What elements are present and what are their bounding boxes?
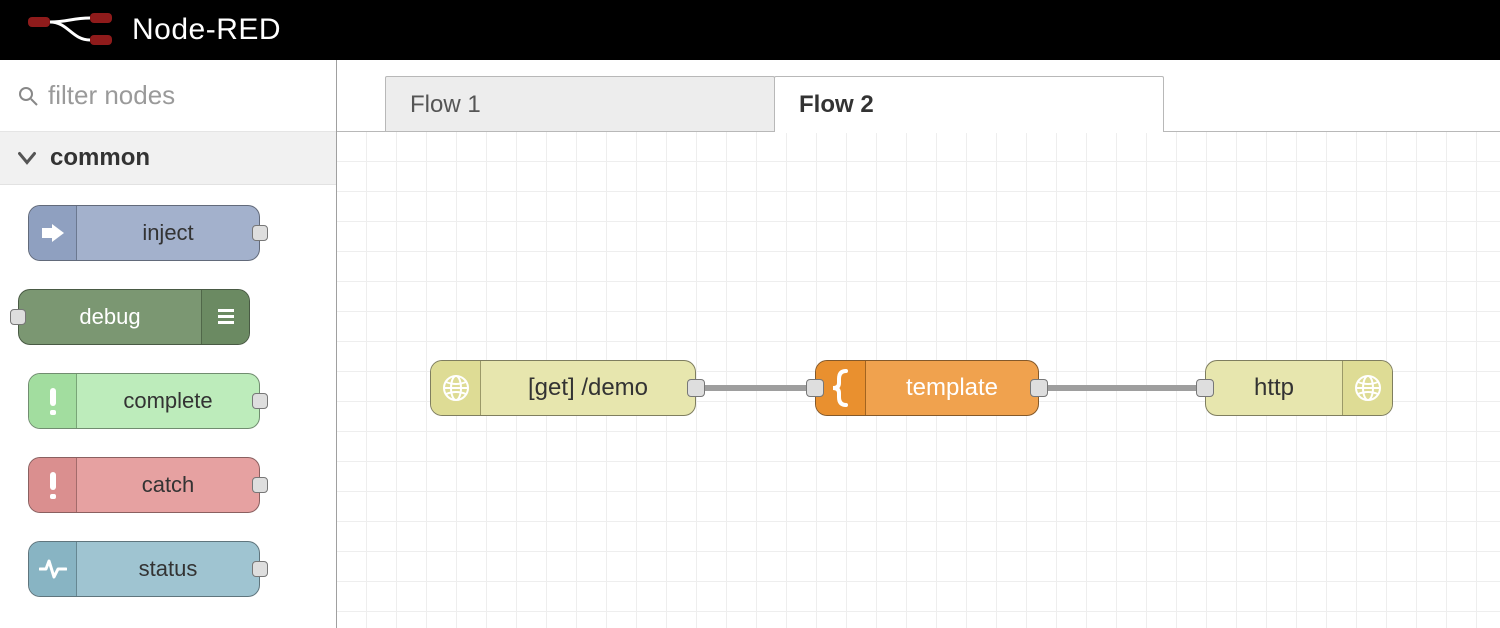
node-output-port[interactable] — [252, 393, 268, 409]
palette-node-list: inject debug — [0, 185, 336, 597]
flow-wire[interactable] — [1037, 385, 1217, 391]
palette-node-label: status — [77, 556, 259, 582]
tab-flow-1[interactable]: Flow 1 — [385, 76, 775, 132]
flow-node-label: http — [1206, 374, 1342, 402]
palette-filter[interactable] — [0, 60, 336, 132]
flow-node-template[interactable]: template — [815, 360, 1039, 416]
node-input-port[interactable] — [806, 379, 824, 397]
palette-node-label: complete — [77, 388, 259, 414]
palette-category-common[interactable]: common — [0, 132, 336, 185]
tab-label: Flow 1 — [410, 91, 481, 119]
flow-tabs: Flow 1 Flow 2 — [337, 60, 1500, 132]
palette-filter-input[interactable] — [48, 80, 318, 111]
node-output-port[interactable] — [687, 379, 705, 397]
inject-icon — [29, 206, 77, 260]
palette-node-complete[interactable]: complete — [28, 373, 260, 429]
globe-icon — [431, 361, 481, 415]
activity-icon — [29, 542, 77, 596]
tab-label: Flow 2 — [799, 91, 874, 119]
node-input-port[interactable] — [10, 309, 26, 325]
flow-node-http-in[interactable]: [get] /demo — [430, 360, 696, 416]
globe-icon — [1342, 361, 1392, 415]
node-output-port[interactable] — [252, 477, 268, 493]
alert-icon — [29, 374, 77, 428]
app-header: Node-RED — [0, 0, 1500, 60]
node-output-port[interactable] — [252, 225, 268, 241]
palette-node-label: catch — [77, 472, 259, 498]
palette-node-catch[interactable]: catch — [28, 457, 260, 513]
flow-node-label: [get] /demo — [481, 374, 695, 402]
palette-node-inject[interactable]: inject — [28, 205, 260, 261]
palette-node-status[interactable]: status — [28, 541, 260, 597]
alert-icon — [29, 458, 77, 512]
palette-node-label: inject — [77, 220, 259, 246]
workspace: Flow 1 Flow 2 — [337, 60, 1500, 628]
flow-canvas[interactable]: [get] /demo template http — [337, 132, 1500, 628]
palette-category-label: common — [50, 144, 150, 172]
debug-icon — [201, 290, 249, 344]
node-output-port[interactable] — [1030, 379, 1048, 397]
flow-node-http-response[interactable]: http — [1205, 360, 1393, 416]
chevron-down-icon — [18, 149, 36, 167]
search-icon — [18, 86, 38, 106]
tab-flow-2[interactable]: Flow 2 — [774, 76, 1164, 132]
node-input-port[interactable] — [1196, 379, 1214, 397]
node-red-logo-icon — [28, 13, 114, 47]
app-title: Node-RED — [132, 13, 281, 47]
palette-node-label: debug — [19, 304, 201, 330]
app-logo — [28, 13, 114, 47]
node-palette: common inject debug — [0, 60, 337, 628]
flow-node-label: template — [866, 374, 1038, 402]
palette-node-debug[interactable]: debug — [18, 289, 250, 345]
node-output-port[interactable] — [252, 561, 268, 577]
